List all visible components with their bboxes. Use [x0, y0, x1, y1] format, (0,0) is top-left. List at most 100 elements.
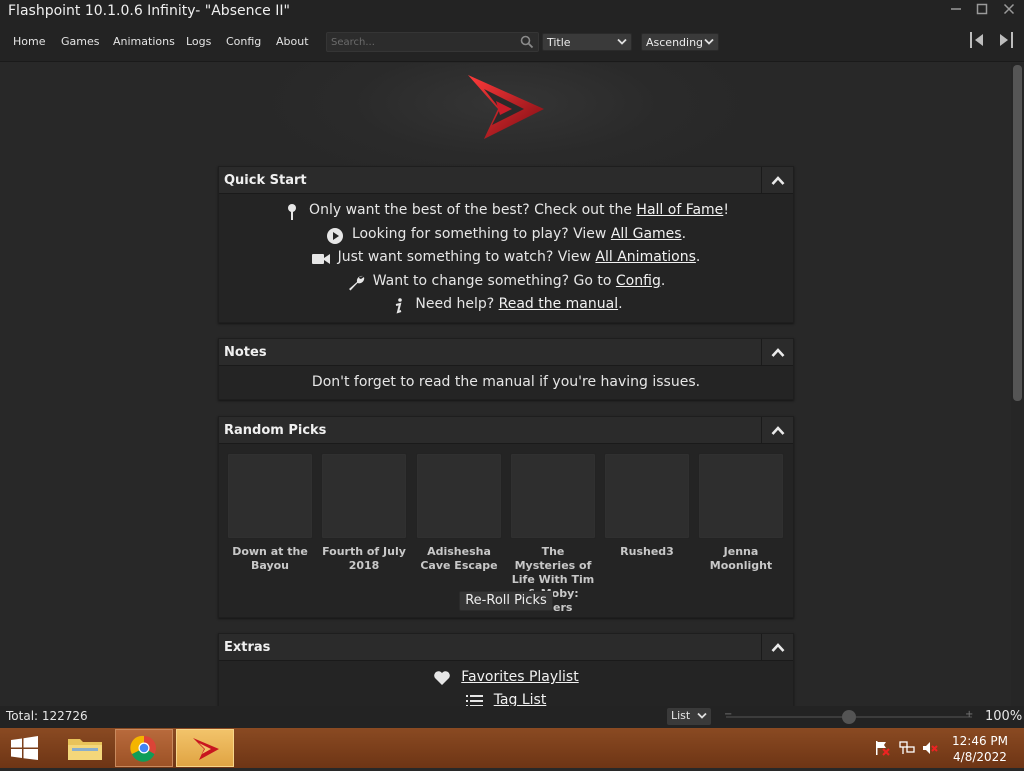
- game-thumbnail[interactable]: [416, 453, 502, 539]
- clock-time: 12:46 PM: [952, 734, 1008, 748]
- game-title: Fourth of July 2018: [322, 545, 406, 572]
- quick-start-collapse-button[interactable]: [761, 167, 793, 194]
- game-thumbnail[interactable]: [604, 453, 690, 539]
- chevron-up-icon: [771, 426, 785, 435]
- left-sidebar-toggle[interactable]: [968, 31, 988, 49]
- search-icon[interactable]: [520, 35, 534, 49]
- zoom-out-icon: −: [724, 709, 733, 720]
- search-input[interactable]: [331, 34, 517, 50]
- maximize-button[interactable]: [972, 2, 992, 22]
- award-icon: [288, 204, 297, 220]
- volume-muted-icon[interactable]: [922, 740, 938, 756]
- random-pick-card[interactable]: Rushed3: [604, 453, 690, 559]
- random-picks-collapse-button[interactable]: [761, 417, 793, 444]
- maximize-icon: [976, 3, 988, 15]
- game-title: Down at the Bayou: [232, 545, 308, 572]
- zoom-slider[interactable]: − +: [720, 709, 978, 725]
- chevron-up-icon: [771, 176, 785, 185]
- game-thumbnail[interactable]: [227, 453, 313, 539]
- game-thumbnail[interactable]: [321, 453, 407, 539]
- quick-start-line-all-games: Looking for something to play? View All …: [219, 226, 793, 246]
- status-bar: Total: 122726 List − + 100%: [0, 706, 1024, 728]
- config-suffix: .: [660, 273, 666, 289]
- collapse-left-icon: [970, 32, 983, 48]
- system-clock[interactable]: 12:46 PM 4/8/2022: [945, 733, 1015, 765]
- close-button[interactable]: [999, 2, 1019, 22]
- network-icon[interactable]: [899, 740, 915, 756]
- chevron-down-icon: [704, 38, 714, 45]
- play-icon: [326, 228, 343, 244]
- flashpoint-taskbar-button[interactable]: [176, 729, 234, 767]
- menu-logs[interactable]: Logs: [186, 35, 211, 48]
- game-thumbnail[interactable]: [510, 453, 596, 539]
- extras-header: Extras: [219, 634, 793, 661]
- extras-panel: Extras Favorites Playlist Tag List: [218, 633, 794, 706]
- menu-games[interactable]: Games: [61, 35, 99, 48]
- total-count: Total: 122726: [6, 709, 88, 723]
- notes-collapse-button[interactable]: [761, 339, 793, 366]
- chrome-icon: [130, 735, 156, 762]
- notes-header: Notes: [219, 339, 793, 366]
- random-picks-title: Random Picks: [224, 423, 327, 438]
- manual-suffix: .: [618, 296, 623, 312]
- search-box: [326, 32, 539, 52]
- close-icon: [1003, 3, 1015, 15]
- all-games-prefix: Looking for something to play? View: [351, 226, 611, 242]
- extras-title: Extras: [224, 640, 271, 655]
- all-animations-prefix: Just want something to watch? View: [337, 249, 596, 265]
- chevron-up-icon: [771, 348, 785, 357]
- windows-taskbar: 12:46 PM 4/8/2022: [0, 728, 1024, 768]
- scrollbar-thumb[interactable]: [1013, 65, 1022, 401]
- file-explorer-taskbar-button[interactable]: [56, 729, 114, 767]
- all-games-link[interactable]: All Games: [611, 226, 682, 242]
- quick-start-title: Quick Start: [224, 173, 307, 188]
- random-pick-card[interactable]: Fourth of July 2018: [321, 453, 407, 573]
- menu-config[interactable]: Config: [226, 35, 261, 48]
- content-scrollbar[interactable]: [1011, 63, 1024, 706]
- right-sidebar-toggle[interactable]: [995, 31, 1015, 49]
- read-manual-link[interactable]: Read the manual: [499, 296, 619, 312]
- zoom-in-icon: +: [965, 709, 974, 720]
- extras-favorites-line: Favorites Playlist: [219, 669, 793, 685]
- hall-of-fame-link[interactable]: Hall of Fame: [636, 202, 723, 218]
- favorites-playlist-link[interactable]: Favorites Playlist: [461, 669, 578, 685]
- chrome-taskbar-button[interactable]: [115, 729, 173, 767]
- start-button[interactable]: [0, 729, 50, 767]
- video-camera-icon: [311, 254, 330, 264]
- random-picks-header: Random Picks: [219, 417, 793, 444]
- zoom-percentage: 100%: [985, 709, 1023, 724]
- wrench-icon: [348, 275, 364, 291]
- game-thumbnail[interactable]: [698, 453, 784, 539]
- config-link[interactable]: Config: [616, 273, 661, 289]
- reroll-picks-button[interactable]: Re-Roll Picks: [459, 591, 553, 611]
- all-animations-link[interactable]: All Animations: [595, 249, 695, 265]
- all-animations-suffix: .: [695, 249, 701, 265]
- title-bar: Flashpoint 10.1.0.6 Infinity- "Absence I…: [0, 0, 1024, 24]
- zoom-handle[interactable]: [842, 710, 856, 724]
- tag-list-link[interactable]: Tag List: [494, 692, 547, 706]
- quick-start-line-manual: Need help? Read the manual.: [219, 296, 793, 316]
- manual-prefix: Need help?: [415, 296, 499, 312]
- menu-home[interactable]: Home: [13, 35, 45, 48]
- random-pick-card[interactable]: Jenna Moonlight: [698, 453, 784, 573]
- sort-field-select[interactable]: Title: [542, 33, 632, 51]
- menu-about[interactable]: About: [276, 35, 309, 48]
- action-center-flag-icon[interactable]: [874, 740, 890, 756]
- chevron-down-icon: [697, 712, 707, 719]
- quick-start-line-config: Want to change something? Go to Config.: [219, 273, 793, 293]
- minimize-button[interactable]: [946, 2, 966, 22]
- game-title: Adishesha Cave Escape: [420, 545, 498, 572]
- windows-logo-icon: [11, 736, 38, 760]
- notes-text: Don't forget to read the manual if you'r…: [311, 374, 701, 390]
- view-mode-select[interactable]: List: [667, 708, 711, 725]
- config-prefix: Want to change something? Go to: [372, 273, 616, 289]
- random-pick-card[interactable]: Adishesha Cave Escape: [416, 453, 502, 573]
- menu-animations[interactable]: Animations: [113, 35, 175, 48]
- random-pick-card[interactable]: Down at the Bayou: [227, 453, 313, 573]
- window-title: Flashpoint 10.1.0.6 Infinity- "Absence I…: [8, 3, 290, 19]
- sort-order-select[interactable]: Ascending: [641, 33, 719, 51]
- notes-title: Notes: [224, 345, 267, 360]
- minimize-icon: [951, 8, 961, 10]
- sort-field-value: Title: [547, 36, 571, 49]
- extras-collapse-button[interactable]: [761, 634, 793, 661]
